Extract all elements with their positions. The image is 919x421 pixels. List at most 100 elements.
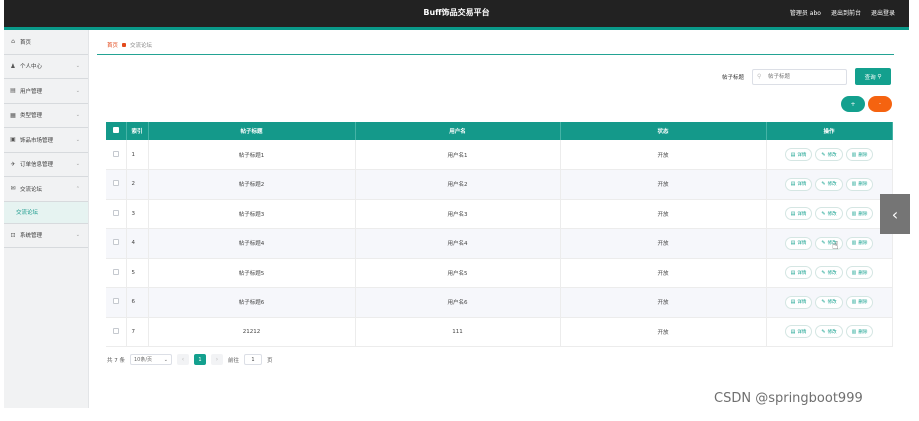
batch-delete-button[interactable]: - [868,96,892,112]
row-index: 7 [126,317,149,347]
delete-button[interactable]: ▥ 删除 [845,266,874,280]
sidebar-item-label: 订单信息管理 [20,162,54,169]
detail-button[interactable]: ▤ 详情 [784,266,813,280]
sidebar-item-order-management[interactable]: ✈ 订单信息管理 ⌄ [4,153,88,177]
delete-button[interactable]: ▥ 删除 [845,148,874,161]
row-checkbox[interactable] [106,228,127,259]
row-index: 1 [126,140,149,170]
sidebar-item-market-management[interactable]: ▣ 饰品市场管理 ⌄ [4,128,88,153]
detail-button[interactable]: ▤ 详情 [784,236,813,250]
detail-label: 详情 [797,182,807,188]
goto-prefix: 前往 [228,357,240,364]
table-row: 1 帖子标题1 用户名1 开放 ▤ 详情 ✎ 修改 ▥ 删除 [106,140,893,170]
page: Buff饰品交易平台 管理员 abo 退出到前台 退出登录 ⌂ 首页 ♟ 个人中… [0,0,919,421]
detail-label: 详情 [797,270,807,276]
detail-icon: ▤ [790,269,796,276]
edit-icon: ✎ [821,151,826,158]
row-checkbox[interactable] [106,169,127,200]
collapse-panel-button[interactable]: ‹ [880,194,910,234]
delete-label: 删除 [858,152,868,158]
table-row: 6 帖子标题6 用户名6 开放 ▤ 详情 ✎ 修改 ▥ 删除 [106,287,893,318]
sidebar-item-system-management[interactable]: ⊡ 系统管理 ⌄ [4,224,88,248]
admin-user-label: 管理员 abo [789,10,821,17]
row-actions: ▤ 详情 ✎ 修改 ▥ 删除 [766,169,893,200]
select-all-checkbox[interactable] [106,122,127,140]
delete-button[interactable]: ▥ 删除 [845,325,874,339]
row-title: 帖子标题4 [148,228,356,259]
chevron-up-icon: ⌃ [75,185,80,192]
row-title: 帖子标题2 [148,169,356,200]
detail-label: 详情 [797,300,807,306]
row-checkbox[interactable] [106,140,127,170]
detail-icon: ▤ [790,240,796,247]
sidebar-item-user-management[interactable]: ▤ 用户管理 ⌄ [4,79,88,104]
row-actions: ▤ 详情 ✎ 修改 ▥ 删除 [766,140,893,170]
row-status: 开放 [560,228,767,259]
pagination: 共 7 条 10条/页 ⌄ ‹ 1 › 前往 页 [107,354,273,365]
delete-button[interactable]: ▥ 删除 [845,177,874,191]
row-checkbox[interactable] [106,317,127,347]
page-number-current[interactable]: 1 [194,354,206,365]
row-username: 用户名4 [355,228,561,259]
row-status: 开放 [560,287,767,318]
detail-icon: ▤ [790,210,796,217]
detail-button[interactable]: ▤ 详情 [784,295,813,309]
chevron-down-icon: ⌄ [75,112,80,119]
add-button[interactable]: + [841,96,865,112]
row-title: 帖子标题6 [148,287,356,318]
row-checkbox[interactable] [106,287,127,318]
search-button[interactable]: 查询 ⚲ [855,68,891,85]
exit-to-front-link[interactable]: 退出到前台 [831,8,861,17]
sidebar-item-personal-center[interactable]: ♟ 个人中心 ⌄ [4,55,88,79]
edit-label: 修改 [827,182,837,188]
search-button-label: 查询 [864,74,876,81]
logout-link[interactable]: 退出登录 [871,8,895,17]
detail-button[interactable]: ▤ 详情 [784,207,813,221]
top-right-links: 管理员 abo 退出到前台 退出登录 [790,8,895,17]
divider [97,54,894,55]
trash-icon: ▥ [851,328,857,335]
search-label: 帖子标题 [722,75,745,81]
column-header-index: 索引 [126,122,149,140]
detail-icon: ▤ [790,328,796,335]
row-index: 3 [126,199,149,229]
delete-button[interactable]: ▥ 删除 [845,295,874,309]
prev-page-button[interactable]: ‹ [177,354,189,365]
sidebar-item-home[interactable]: ⌂ 首页 [4,30,88,55]
row-checkbox[interactable] [106,258,127,288]
edit-icon: ✎ [821,299,826,306]
sidebar-item-type-management[interactable]: ▦ 类型管理 ⌄ [4,104,88,128]
detail-button[interactable]: ▤ 详情 [784,325,813,339]
breadcrumb-home[interactable]: 首页 [107,41,118,49]
table-row: 5 帖子标题5 用户名5 开放 ▤ 详情 ✎ 修改 ▥ 删除 [106,258,893,288]
row-actions: ▤ 详情 ✎ 修改 ▥ 删除 [766,317,893,347]
detail-button[interactable]: ▤ 详情 [784,148,813,161]
goto-page-input[interactable] [244,354,263,365]
goto-suffix: 页 [267,357,273,364]
edit-button[interactable]: ✎ 修改 [815,148,843,161]
page-size-select[interactable]: 10条/页 ⌄ [130,354,172,365]
row-username: 用户名3 [355,199,561,229]
delete-label: 删除 [858,241,868,247]
edit-button[interactable]: ✎ 修改 [815,325,843,339]
search-icon: ⚲ [875,73,882,80]
sidebar-item-forum[interactable]: ✉ 交流论坛 ⌃ [4,177,88,202]
edit-button[interactable]: ✎ 修改 [815,266,843,280]
table-body: 1 帖子标题1 用户名1 开放 ▤ 详情 ✎ 修改 ▥ 删除 2 帖子标题2 用户名2 开放 ▤ 详情 ✎ 修改 ▥… [106,140,893,347]
edit-button[interactable]: ✎ 修改 [815,207,843,221]
row-checkbox[interactable] [106,199,127,229]
next-page-button[interactable]: › [211,354,223,365]
delete-button[interactable]: ▥ 删除 [845,236,874,250]
search-input[interactable] [752,69,847,85]
sidebar-subitem-forum[interactable]: 交流论坛 [4,201,88,224]
chevron-down-icon: ⌄ [75,232,80,239]
chevron-down-icon: ⌄ [75,136,80,143]
chevron-down-icon: ⌄ [75,161,80,168]
total-count: 共 7 条 [107,357,125,364]
chevron-down-icon: ⌄ [75,63,80,70]
detail-button[interactable]: ▤ 详情 [784,177,813,191]
delete-button[interactable]: ▥ 删除 [845,207,874,221]
users-icon: ▤ [10,87,16,95]
edit-button[interactable]: ✎ 修改 [815,177,843,191]
edit-button[interactable]: ✎ 修改 [815,295,843,309]
